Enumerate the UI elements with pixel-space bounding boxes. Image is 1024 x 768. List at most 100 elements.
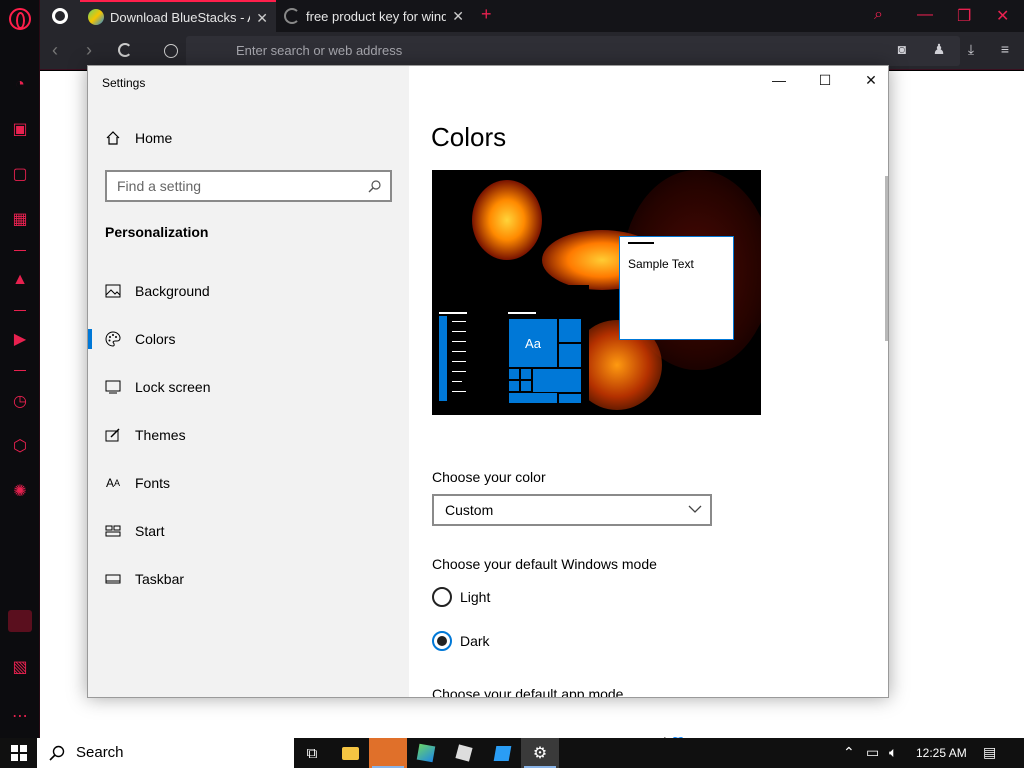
window-title: Settings [102, 76, 146, 90]
opera-logo-icon[interactable] [9, 8, 31, 30]
file-explorer-button[interactable] [331, 738, 369, 768]
account-icon[interactable]: ♟ [929, 41, 949, 58]
app-button[interactable] [445, 738, 483, 768]
themes-icon [105, 427, 121, 443]
tab-globe[interactable] [40, 0, 80, 32]
player-icon[interactable]: ▶ [10, 330, 30, 350]
nav-item-start[interactable]: Start [88, 507, 409, 555]
loading-spinner-icon [284, 8, 300, 24]
opera-taskbar-button[interactable] [369, 738, 407, 768]
lock-screen-icon [105, 379, 121, 395]
light-mode-label: Light [460, 589, 491, 605]
download-icon[interactable]: ⤓ [961, 41, 981, 58]
light-mode-radio[interactable] [432, 587, 452, 607]
preview-tile [532, 368, 582, 393]
tab-strip: Download BlueStacks - App ✕ free product… [40, 0, 1024, 32]
aria-icon[interactable]: ▲ [10, 270, 30, 290]
close-tab-icon[interactable]: ✕ [256, 10, 268, 27]
scrollbar[interactable] [885, 176, 888, 341]
easy-setup-icon[interactable]: ≡ [995, 41, 1015, 57]
nav-item-fonts[interactable]: AA Fonts [88, 459, 409, 507]
back-icon[interactable]: ‹ [52, 40, 58, 61]
nav-item-label: Lock screen [135, 379, 211, 395]
windows-logo-icon [11, 745, 27, 761]
taskbar-search-label: Search [76, 744, 124, 761]
color-preview: Aa Sample Text [432, 170, 761, 415]
history-icon[interactable]: ◷ [10, 392, 30, 412]
sidebar-item[interactable] [8, 610, 32, 632]
dark-mode-radio[interactable] [432, 631, 452, 651]
app-button[interactable] [407, 738, 445, 768]
home-link[interactable]: Home [105, 130, 172, 146]
start-button[interactable] [0, 738, 38, 768]
close-tab-icon[interactable]: ✕ [452, 8, 464, 25]
calendar-icon[interactable]: ▦ [10, 210, 30, 230]
reload-icon[interactable] [118, 43, 132, 57]
new-tab-icon[interactable]: + [481, 4, 492, 25]
close-icon[interactable]: ✕ [996, 6, 1009, 26]
search-tabs-icon[interactable]: ⌕ [874, 6, 883, 24]
speed-dial-icon[interactable]: ◔ [10, 75, 30, 95]
settings-taskbar-button[interactable]: ⚙ [521, 738, 559, 768]
page-title: Colors [431, 122, 507, 152]
preview-tiles: Aa [508, 318, 582, 404]
preview-line [452, 351, 466, 352]
nav-item-colors[interactable]: Colors [88, 315, 409, 363]
preview-line [452, 371, 466, 372]
site-info-icon[interactable] [164, 44, 178, 58]
gear-icon: ⚙ [532, 745, 548, 762]
tab-bluestacks[interactable]: Download BlueStacks - App ✕ [80, 0, 276, 32]
more-icon[interactable]: ⋯ [10, 707, 30, 727]
preview-line [508, 312, 536, 314]
gallery-icon[interactable]: ▧ [10, 658, 30, 678]
clock[interactable]: 12:25 AM [916, 746, 967, 760]
app-mode-label: Choose your default app mode [432, 686, 624, 698]
camera-icon[interactable]: ◙ [892, 41, 912, 57]
app-button[interactable] [483, 738, 521, 768]
minimize-icon[interactable]: — [917, 6, 933, 24]
app-icon [455, 744, 473, 762]
search-icon [49, 745, 65, 761]
nav-item-themes[interactable]: Themes [88, 411, 409, 459]
url-input[interactable]: Enter search or web address [186, 36, 960, 66]
nav-item-taskbar[interactable]: Taskbar [88, 555, 409, 603]
tab-product-key[interactable]: free product key for windo ✕ [276, 0, 472, 32]
nav-item-background[interactable]: Background [88, 267, 409, 315]
taskbar-icon [105, 571, 121, 587]
preview-tile [558, 343, 582, 368]
bag-icon[interactable]: ▣ [10, 120, 30, 140]
task-view-button[interactable]: ⧉ [293, 738, 331, 768]
fonts-icon: AA [105, 476, 121, 490]
restore-icon[interactable]: ❐ [957, 6, 971, 26]
preview-tile [508, 392, 558, 404]
find-setting-input[interactable]: Find a setting [105, 170, 392, 202]
extensions-icon[interactable]: ⬡ [10, 437, 30, 457]
volume-icon[interactable]: 🔈︎ [889, 744, 897, 761]
close-button[interactable]: ✕ [856, 72, 886, 92]
preview-tile [508, 368, 520, 380]
preview-line [452, 321, 466, 322]
show-hidden-icons-icon[interactable]: ⌃ [843, 744, 855, 761]
preview-line [452, 341, 466, 342]
start-icon [105, 523, 121, 539]
taskbar-search[interactable]: Search [37, 738, 294, 768]
palette-icon [105, 331, 121, 347]
nav-item-label: Fonts [135, 475, 171, 491]
notifications-icon[interactable]: ▤ [983, 744, 996, 761]
network-icon[interactable]: ▭ [866, 744, 879, 761]
settings-gear-icon[interactable]: ✺ [10, 482, 30, 502]
minimize-button[interactable]: — [764, 72, 794, 92]
home-label: Home [135, 130, 173, 146]
image-icon [105, 283, 121, 299]
dropdown-value: Custom [445, 502, 494, 518]
twitch-icon[interactable]: ▢ [10, 165, 30, 185]
preview-wallpaper [472, 180, 542, 260]
settings-content-pane: — ☐ ✕ Colors Aa Sample Text Choose your … [409, 66, 888, 698]
choose-color-dropdown[interactable]: Custom [432, 494, 712, 526]
nav-item-lock-screen[interactable]: Lock screen [88, 363, 409, 411]
forward-icon[interactable]: › [86, 40, 92, 61]
preview-title-bar [628, 242, 654, 244]
preview-sample-window: Sample Text [619, 236, 734, 340]
maximize-button[interactable]: ☐ [810, 72, 840, 92]
preview-tile-label: Aa [525, 335, 541, 351]
